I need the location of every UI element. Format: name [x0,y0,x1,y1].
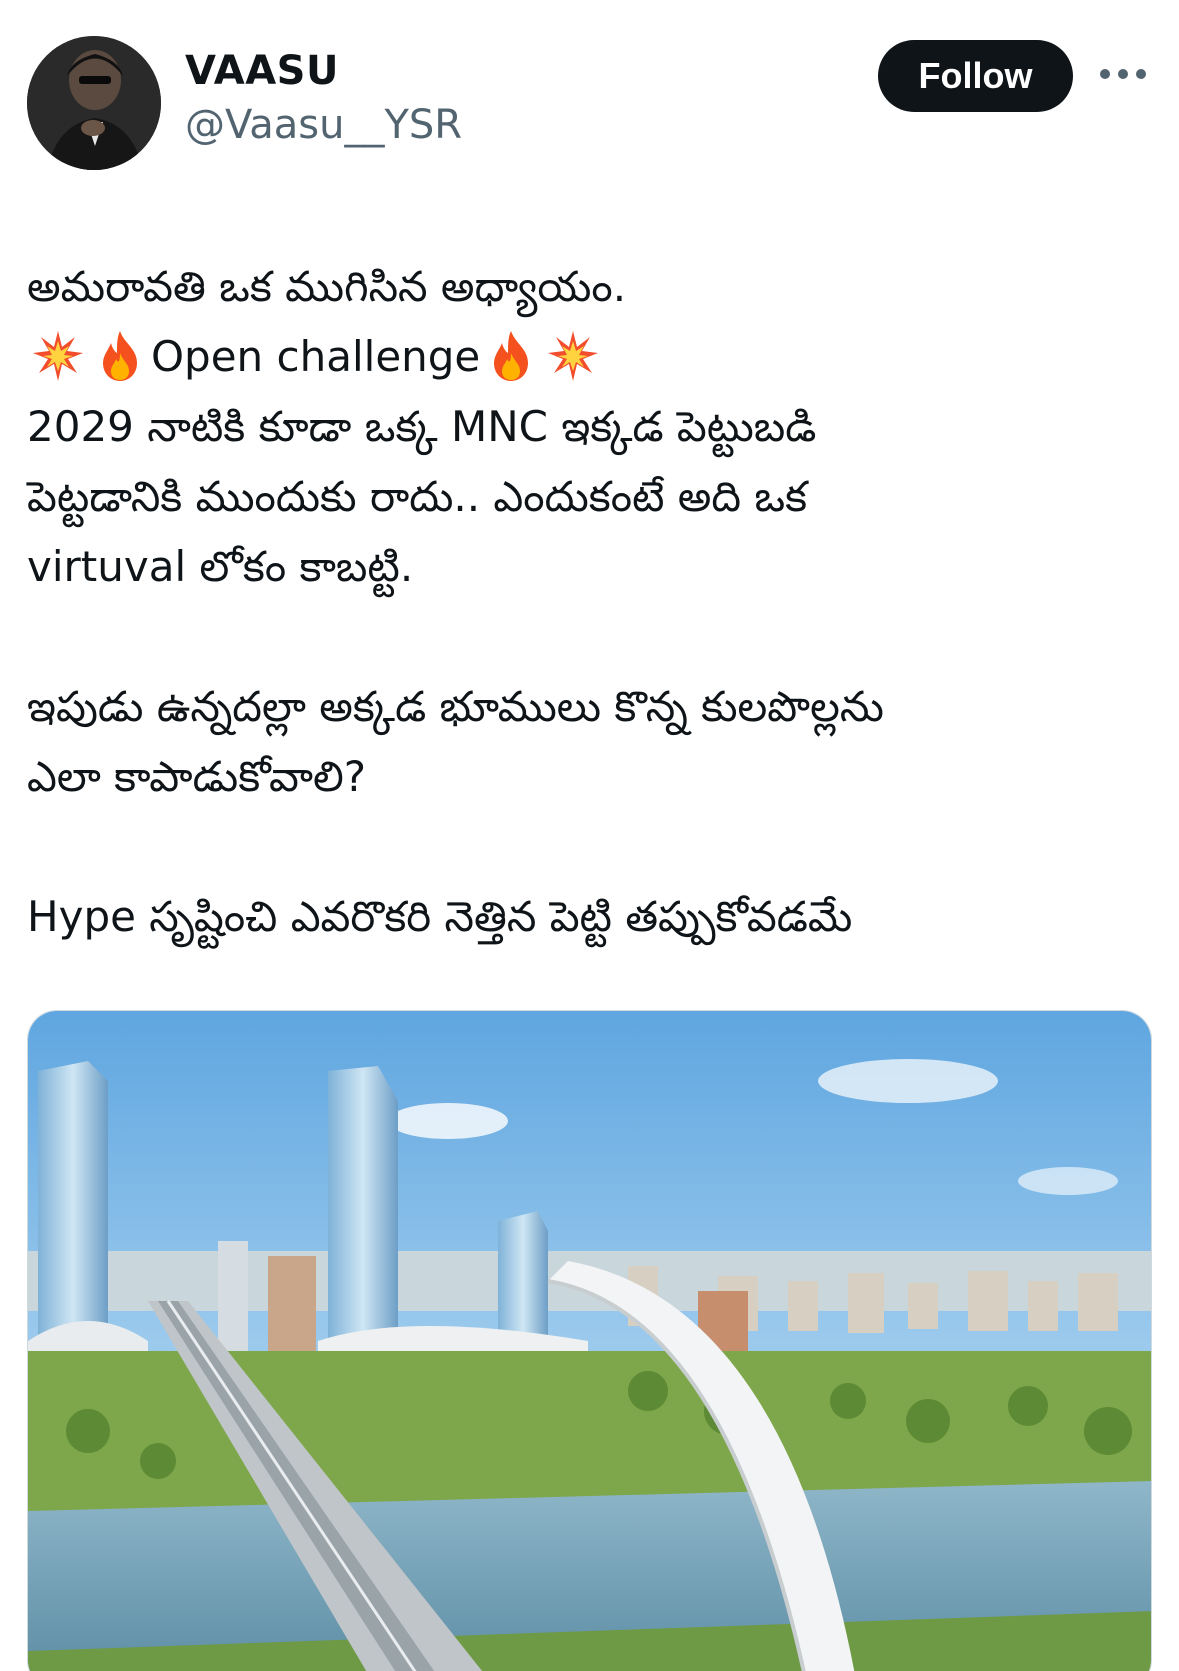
tweet-line-8: Hype సృష్టించి ఎవరొకరి నెత్తిన పెట్టి తప… [27,892,853,941]
author-display-name[interactable]: VAASU [185,48,339,94]
tweet-line-2-text: Open challenge [151,332,481,381]
tweet-text: అమరావతి ఒక ముగిసిన అధ్యాయం. Open challen… [27,252,1137,952]
tweet-media-image[interactable] [27,1010,1152,1671]
tweet-line-4: పెట్టడానికి ముందుకు రాదు.. ఎందుకంటే అది … [27,472,807,521]
dot [1100,69,1110,79]
fire-icon [494,330,529,381]
tweet-line-2: Open challenge [27,322,1137,392]
tweet-line-7: ఎలా కాపాడుకోవాలి? [27,752,367,801]
tweet-line-6: ఇపుడు ఉన్నదల్లా అక్కడ భూములు కొన్న కులపొ… [27,682,884,731]
city-rendering [28,1011,1151,1671]
tweet-line-5: virtuval లోకం కాబట్టి. [27,542,414,591]
avatar-photo [27,36,161,170]
author-handle[interactable]: @Vaasu__YSR [185,102,462,148]
tweet-header: VAASU @Vaasu__YSR Follow [0,0,1179,190]
avatar[interactable] [27,36,161,170]
follow-button[interactable]: Follow [878,40,1073,112]
collision-icon [33,330,83,381]
dot [1136,69,1146,79]
tweet-line-3: 2029 నాటికి కూడా ఒక్క MNC ఇక్కడ పెట్టుబడ… [27,402,817,451]
fire-icon [103,330,137,381]
more-horizontal-icon[interactable] [1100,62,1146,86]
dot [1118,69,1128,79]
collision-icon [548,330,599,381]
tweet-line-1: అమరావతి ఒక ముగిసిన అధ్యాయం. [27,262,627,311]
